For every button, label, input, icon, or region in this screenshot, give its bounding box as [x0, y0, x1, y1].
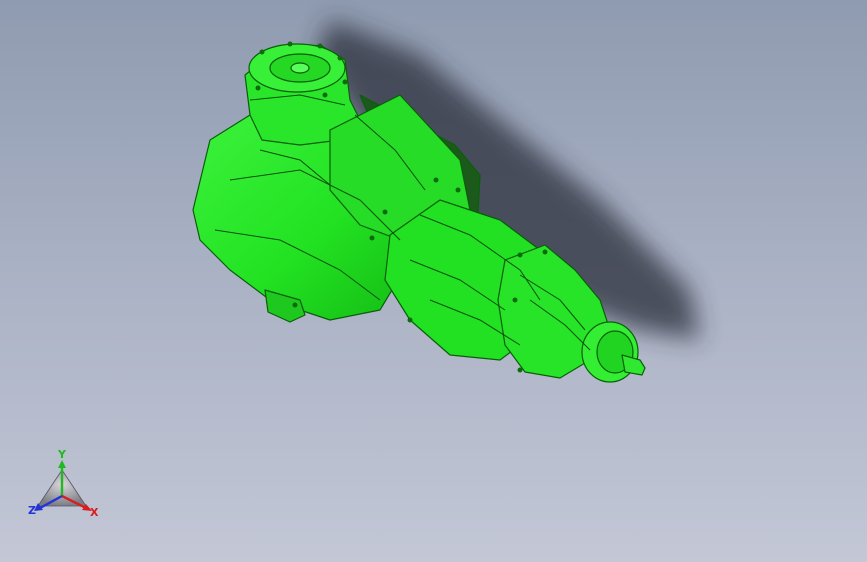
graphics-viewport[interactable]: Y X Z	[0, 0, 867, 562]
z-axis-label: Z	[28, 504, 36, 517]
y-axis-head	[58, 460, 66, 468]
orientation-triad[interactable]: Y X Z	[24, 448, 108, 528]
x-axis-label: X	[90, 506, 99, 519]
gearbox-model[interactable]	[0, 0, 867, 562]
y-axis-label: Y	[57, 448, 67, 461]
